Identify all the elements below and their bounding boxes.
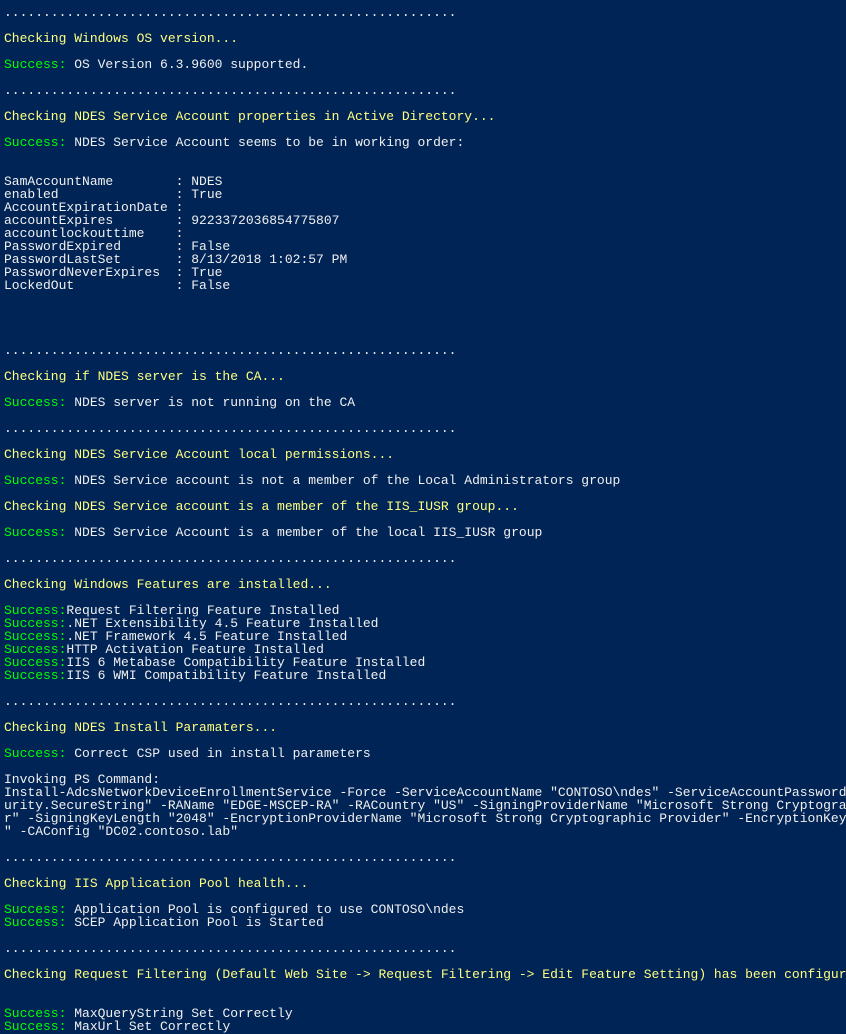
section-header: Checking if NDES server is the CA... <box>4 369 285 384</box>
success-label: Success: <box>4 57 74 72</box>
section-ruler: ........................................… <box>4 850 456 865</box>
section-ruler: ........................................… <box>4 83 456 98</box>
success-message: MaxUrl Set Correctly <box>74 1019 230 1034</box>
success-label: Success: <box>4 1019 74 1034</box>
success-label: Success: <box>4 746 74 761</box>
success-message: SCEP Application Pool is Started <box>74 915 324 930</box>
success-label: Success: <box>4 915 74 930</box>
success-label: Success: <box>4 473 74 488</box>
powershell-console[interactable]: ........................................… <box>0 0 846 1034</box>
success-label: Success: <box>4 668 66 683</box>
section-header: Checking Request Filtering (Default Web … <box>4 967 846 982</box>
section-header: Checking IIS Application Pool health... <box>4 876 308 891</box>
success-message: NDES server is not running on the CA <box>74 395 355 410</box>
section-ruler: ........................................… <box>4 5 456 20</box>
success-message: NDES Service account is not a member of … <box>74 473 620 488</box>
section-header: Checking NDES Service Account properties… <box>4 109 495 124</box>
success-label: Success: <box>4 395 74 410</box>
section-header: Checking NDES Service Account local perm… <box>4 447 394 462</box>
section-header: Checking Windows Features are installed.… <box>4 577 332 592</box>
section-ruler: ........................................… <box>4 694 456 709</box>
section-header: Checking NDES Install Paramaters... <box>4 720 277 735</box>
section-ruler: ........................................… <box>4 421 456 436</box>
section-ruler: ........................................… <box>4 941 456 956</box>
success-message: IIS 6 WMI Compatibility Feature Installe… <box>66 668 386 683</box>
success-message: OS Version 6.3.9600 supported. <box>74 57 308 72</box>
success-message: Correct CSP used in install parameters <box>74 746 370 761</box>
section-header: Checking Windows OS version... <box>4 31 238 46</box>
property-line: LockedOut : False <box>4 278 230 293</box>
success-label: Success: <box>4 525 74 540</box>
success-message: NDES Service Account seems to be in work… <box>74 135 464 150</box>
output-line: " -CAConfig "DC02.contoso.lab" <box>4 824 238 839</box>
section-ruler: ........................................… <box>4 551 456 566</box>
section-ruler: ........................................… <box>4 343 456 358</box>
success-message: NDES Service Account is a member of the … <box>74 525 542 540</box>
success-label: Success: <box>4 135 74 150</box>
section-header: Checking NDES Service account is a membe… <box>4 499 519 514</box>
